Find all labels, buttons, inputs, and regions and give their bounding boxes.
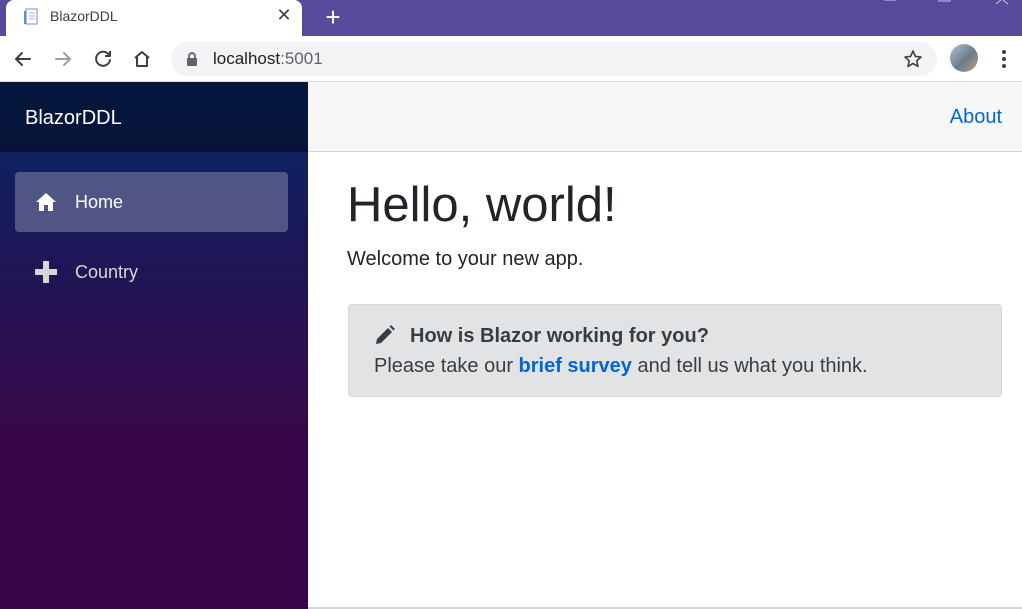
sidebar-item-country[interactable]: Country [15,242,288,302]
profile-avatar[interactable] [950,44,978,72]
about-link[interactable]: About [950,106,1002,128]
window-close-icon[interactable] [988,0,1018,8]
forward-arrow-icon[interactable] [50,46,76,72]
page-icon [24,8,38,25]
browser-tabstrip: BlazorDDL ✕ + [0,0,1022,36]
welcome-text: Welcome to your new app. [347,248,584,270]
plus-icon [35,261,57,283]
sidebar-item-label: Country [75,262,139,282]
minimize-icon[interactable] [876,0,906,8]
home-button-icon[interactable] [129,46,155,72]
browser-toolbar: localhost:5001 [0,36,1022,82]
address-bar[interactable]: localhost:5001 [171,42,937,76]
close-tab-icon[interactable]: ✕ [274,5,294,25]
more-menu-icon[interactable] [994,46,1014,72]
survey-text: Please take our brief survey and tell us… [374,355,868,377]
top-row: About [308,82,1022,152]
brand-bar: BlazorDDL [0,82,308,152]
pencil-icon [376,325,395,344]
main-content: Hello, world! Welcome to your new app. H… [308,152,1022,609]
sidebar: BlazorDDL Home Country [0,82,308,609]
back-arrow-icon[interactable] [10,46,36,72]
new-tab-icon[interactable]: + [320,4,346,30]
sidebar-item-label: Home [75,192,124,212]
bookmark-star-icon[interactable] [903,49,923,69]
maximize-icon[interactable] [930,0,960,8]
sidebar-item-home[interactable]: Home [15,172,288,232]
page-title: Hello, world! [347,178,617,232]
reload-icon[interactable] [90,46,116,72]
survey-link[interactable]: brief survey [519,355,632,377]
app-brand[interactable]: BlazorDDL [25,106,122,130]
url-text: localhost:5001 [213,49,323,68]
home-icon [36,193,56,211]
tab-title: BlazorDDL [50,8,118,24]
survey-title: How is Blazor working for you? [410,325,709,347]
survey-prompt: How is Blazor working for you? Please ta… [348,304,1002,397]
browser-tab[interactable]: BlazorDDL ✕ [6,0,302,36]
lock-icon [187,52,197,66]
